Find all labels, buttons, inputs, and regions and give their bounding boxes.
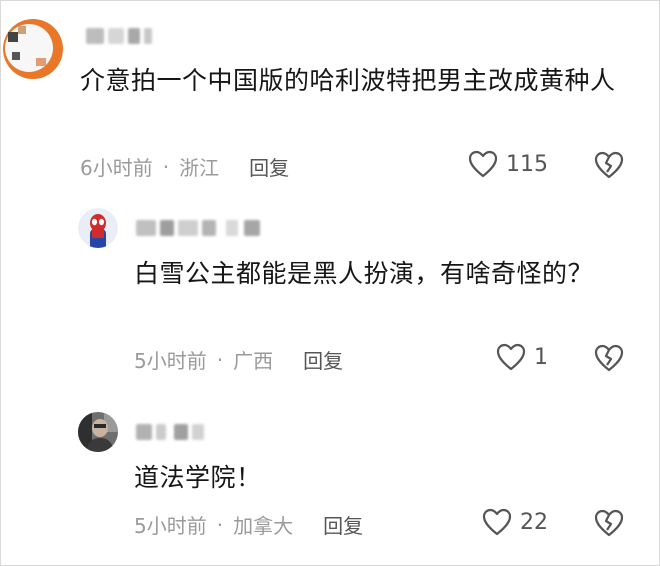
avatar[interactable] [78,412,118,452]
comment-meta: 5小时前 · 广西 回复 [134,345,343,374]
reply-button[interactable]: 回复 [323,510,363,539]
comment-location: 广西 [233,349,274,373]
comment-location: 加拿大 [233,514,294,538]
dislike-button[interactable] [594,509,624,541]
comment-text: 白雪公主都能是黑人扮演，有啥奇怪的？ [134,259,594,288]
spiderman-icon [78,208,118,248]
broken-heart-icon [594,151,624,179]
broken-heart-icon [594,509,624,537]
reply-button[interactable]: 回复 [303,345,343,374]
broken-heart-icon [594,344,624,372]
like-count: 1 [534,344,548,370]
meta-separator: · [216,347,224,372]
heart-outline-icon [482,508,512,536]
like-button[interactable]: 1 [496,343,548,371]
comment-text: 道法学院！ [134,463,262,492]
avatar[interactable] [78,208,118,248]
comment-time: 5小时前 [134,514,207,538]
person-photo-icon [78,412,118,452]
comment-meta: 6小时前 · 浙江 回复 [80,152,289,181]
meta-separator: · [216,512,224,537]
dislike-button[interactable] [594,151,624,183]
comment-time: 6小时前 [80,156,153,180]
like-button[interactable]: 115 [468,150,548,178]
cartoon-character-icon [3,19,63,79]
heart-outline-icon [468,150,498,178]
username-blurred[interactable] [136,220,266,236]
comment-text: 介意拍一个中国版的哈利波特把男主改成黄种人 [80,66,616,95]
comment-meta: 5小时前 · 加拿大 回复 [134,510,363,539]
heart-outline-icon [496,343,526,371]
like-count: 115 [506,151,548,177]
comment-time: 5小时前 [134,349,207,373]
like-count: 22 [520,509,548,535]
like-button[interactable]: 22 [482,508,548,536]
username-blurred[interactable] [136,424,208,440]
reply-button[interactable]: 回复 [249,152,289,181]
meta-separator: · [162,154,170,179]
comment-location: 浙江 [179,156,220,180]
username-blurred[interactable] [86,28,156,44]
dislike-button[interactable] [594,344,624,376]
avatar[interactable] [2,18,64,80]
